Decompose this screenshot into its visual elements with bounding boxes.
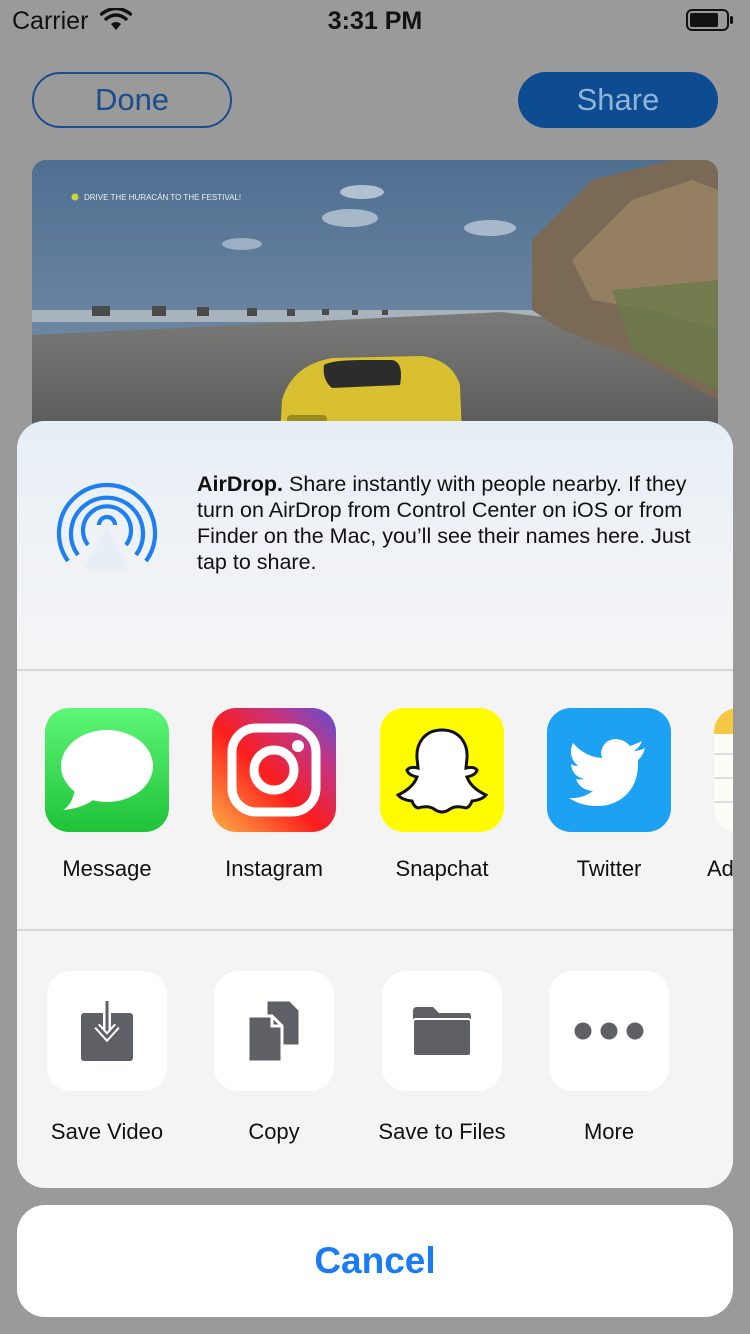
folder-icon (382, 971, 502, 1091)
apps-row[interactable]: Message Instagram Snapchat Twitter Ad (17, 671, 733, 929)
done-button[interactable]: Done (32, 72, 232, 128)
status-bar: Carrier 3:31 PM (0, 0, 750, 40)
airdrop-icon (56, 483, 158, 569)
actions-row[interactable]: Save Video Copy Save to Files More (17, 931, 733, 1188)
battery-icon (686, 9, 733, 31)
instagram-icon (212, 708, 336, 832)
preview-overlay-text: DRIVE THE HURACÁN TO THE FESTIVAL! (84, 193, 241, 202)
snapchat-icon (380, 708, 504, 832)
airdrop-title: AirDrop. (197, 472, 283, 496)
notes-icon (714, 708, 733, 832)
action-copy[interactable]: Copy (214, 971, 334, 1145)
app-twitter[interactable]: Twitter (547, 708, 671, 882)
app-label: Twitter (576, 856, 642, 881)
messages-icon (45, 708, 169, 832)
action-save-to-files[interactable]: Save to Files (378, 971, 506, 1145)
clock: 3:31 PM (327, 7, 423, 35)
app-snapchat[interactable]: Snapchat (380, 708, 504, 882)
app-instagram[interactable]: Instagram (212, 708, 336, 882)
action-label: Save Video (50, 1119, 164, 1144)
app-label: Instagram (225, 856, 323, 881)
copy-icon (214, 971, 334, 1091)
save-video-icon (47, 971, 167, 1091)
video-thumbnail: DRIVE THE HURACÁN TO THE FESTIVAL! (32, 160, 718, 435)
action-label: Copy (248, 1119, 300, 1144)
action-label: Save to Files (378, 1119, 506, 1144)
twitter-icon (547, 708, 671, 832)
share-sheet: AirDrop. Share instantly with people nea… (17, 421, 733, 1188)
action-save-video[interactable]: Save Video (47, 971, 167, 1145)
more-icon (549, 971, 669, 1091)
airdrop-section[interactable]: AirDrop. Share instantly with people nea… (17, 421, 733, 670)
action-more[interactable]: More (549, 971, 669, 1145)
share-button[interactable]: Share (518, 72, 718, 128)
video-preview[interactable]: DRIVE THE HURACÁN TO THE FESTIVAL! (32, 160, 718, 435)
app-message[interactable]: Message (45, 708, 169, 882)
airdrop-description: AirDrop. Share instantly with people nea… (197, 471, 712, 575)
action-label: More (583, 1119, 635, 1144)
app-label: Ad (707, 856, 733, 881)
cancel-button[interactable]: Cancel (17, 1205, 733, 1317)
app-notes[interactable]: Ad (707, 708, 733, 882)
app-label: Message (62, 856, 152, 881)
app-label: Snapchat (395, 856, 489, 881)
